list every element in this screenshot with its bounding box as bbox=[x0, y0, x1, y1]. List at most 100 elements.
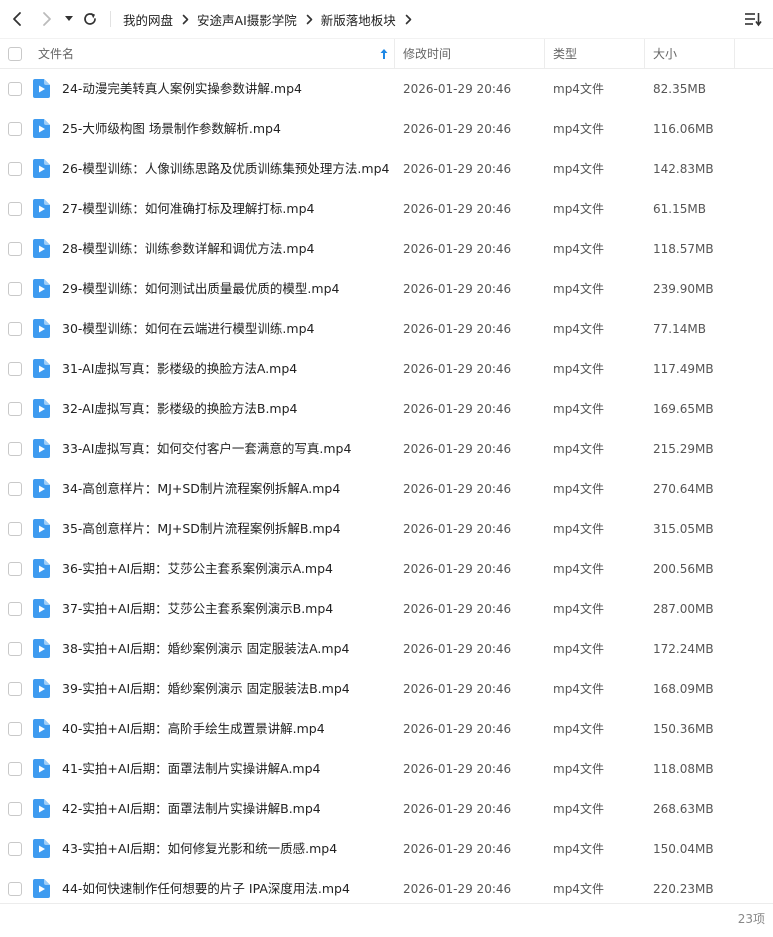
file-checkbox[interactable] bbox=[8, 282, 22, 296]
video-file-icon bbox=[33, 759, 50, 778]
file-checkbox[interactable] bbox=[8, 602, 22, 616]
file-date: 2026-01-29 20:46 bbox=[403, 642, 512, 656]
file-checkbox[interactable] bbox=[8, 682, 22, 696]
file-date: 2026-01-29 20:46 bbox=[403, 122, 512, 136]
column-header-type[interactable]: 类型 bbox=[553, 39, 577, 69]
column-divider[interactable] bbox=[544, 39, 545, 69]
file-name[interactable]: 36-实拍+AI后期：艾莎公主套系案例演示A.mp4 bbox=[62, 549, 333, 589]
history-dropdown-button[interactable] bbox=[60, 0, 78, 38]
file-name[interactable]: 35-高创意样片：MJ+SD制片流程案例拆解B.mp4 bbox=[62, 509, 341, 549]
column-header-name[interactable]: 文件名 bbox=[38, 39, 74, 69]
file-checkbox[interactable] bbox=[8, 842, 22, 856]
sort-menu-button[interactable] bbox=[743, 9, 763, 29]
breadcrumb-item-current[interactable]: 新版落地板块 bbox=[321, 10, 396, 29]
file-row[interactable]: 24-动漫完美转真人案例实操参数讲解.mp4 2026-01-29 20:46 mp… bbox=[0, 69, 773, 109]
refresh-button[interactable] bbox=[78, 0, 102, 38]
file-size: 118.57MB bbox=[653, 242, 714, 256]
breadcrumb-item-root[interactable]: 我的网盘 bbox=[123, 10, 173, 29]
video-file-icon bbox=[33, 719, 50, 738]
file-name[interactable]: 39-实拍+AI后期：婚纱案例演示 固定服装法B.mp4 bbox=[62, 669, 350, 709]
file-checkbox[interactable] bbox=[8, 162, 22, 176]
file-checkbox[interactable] bbox=[8, 322, 22, 336]
file-row[interactable]: 33-AI虚拟写真：如何交付客户一套满意的写真.mp4 2026-01-29 20… bbox=[0, 429, 773, 469]
file-checkbox[interactable] bbox=[8, 522, 22, 536]
file-list: 24-动漫完美转真人案例实操参数讲解.mp4 2026-01-29 20:46 mp… bbox=[0, 69, 773, 909]
breadcrumb-item-academy[interactable]: 安途声AI摄影学院 bbox=[197, 10, 297, 29]
file-checkbox[interactable] bbox=[8, 882, 22, 896]
file-row[interactable]: 25-大师级构图 场景制作参数解析.mp4 2026-01-29 20:46 mp4… bbox=[0, 109, 773, 149]
file-row[interactable]: 27-模型训练：如何准确打标及理解打标.mp4 2026-01-29 20:46 m… bbox=[0, 189, 773, 229]
file-name[interactable]: 42-实拍+AI后期：面罩法制片实操讲解B.mp4 bbox=[62, 789, 321, 829]
file-checkbox[interactable] bbox=[8, 802, 22, 816]
file-name[interactable]: 33-AI虚拟写真：如何交付客户一套满意的写真.mp4 bbox=[62, 429, 351, 469]
file-type: mp4文件 bbox=[553, 362, 604, 376]
file-name[interactable]: 32-AI虚拟写真：影楼级的换脸方法B.mp4 bbox=[62, 389, 298, 429]
file-checkbox[interactable] bbox=[8, 242, 22, 256]
file-name[interactable]: 29-模型训练：如何测试出质量最优质的模型.mp4 bbox=[62, 269, 339, 309]
chevron-right-icon bbox=[43, 12, 51, 26]
column-header-size[interactable]: 大小 bbox=[653, 39, 677, 69]
file-name[interactable]: 24-动漫完美转真人案例实操参数讲解.mp4 bbox=[62, 69, 302, 109]
file-name[interactable]: 41-实拍+AI后期：面罩法制片实操讲解A.mp4 bbox=[62, 749, 321, 789]
file-row[interactable]: 36-实拍+AI后期：艾莎公主套系案例演示A.mp4 2026-01-29 20:… bbox=[0, 549, 773, 589]
file-checkbox[interactable] bbox=[8, 122, 22, 136]
file-row[interactable]: 35-高创意样片：MJ+SD制片流程案例拆解B.mp4 2026-01-29 20… bbox=[0, 509, 773, 549]
column-header-date[interactable]: 修改时间 bbox=[403, 39, 451, 69]
file-row[interactable]: 42-实拍+AI后期：面罩法制片实操讲解B.mp4 2026-01-29 20:4… bbox=[0, 789, 773, 829]
file-row[interactable]: 39-实拍+AI后期：婚纱案例演示 固定服装法B.mp4 2026-01-29 2… bbox=[0, 669, 773, 709]
file-checkbox[interactable] bbox=[8, 82, 22, 96]
file-name[interactable]: 27-模型训练：如何准确打标及理解打标.mp4 bbox=[62, 189, 314, 229]
select-all-checkbox[interactable] bbox=[8, 47, 22, 61]
breadcrumb-separator-icon bbox=[306, 14, 313, 25]
video-file-icon bbox=[33, 479, 50, 498]
file-checkbox[interactable] bbox=[8, 482, 22, 496]
file-size: 61.15MB bbox=[653, 202, 706, 216]
file-row[interactable]: 28-模型训练：训练参数详解和调优方法.mp4 2026-01-29 20:46 m… bbox=[0, 229, 773, 269]
file-date: 2026-01-29 20:46 bbox=[403, 522, 512, 536]
file-checkbox[interactable] bbox=[8, 642, 22, 656]
file-name[interactable]: 37-实拍+AI后期：艾莎公主套系案例演示B.mp4 bbox=[62, 589, 333, 629]
file-checkbox[interactable] bbox=[8, 722, 22, 736]
video-file-icon bbox=[33, 839, 50, 858]
video-file-icon bbox=[33, 679, 50, 698]
file-name[interactable]: 28-模型训练：训练参数详解和调优方法.mp4 bbox=[62, 229, 314, 269]
file-name[interactable]: 40-实拍+AI后期：高阶手绘生成置景讲解.mp4 bbox=[62, 709, 325, 749]
file-checkbox[interactable] bbox=[8, 562, 22, 576]
file-name[interactable]: 26-模型训练：人像训练思路及优质训练集预处理方法.mp4 bbox=[62, 149, 389, 189]
caret-down-icon bbox=[65, 16, 73, 21]
file-row[interactable]: 34-高创意样片：MJ+SD制片流程案例拆解A.mp4 2026-01-29 20… bbox=[0, 469, 773, 509]
file-type: mp4文件 bbox=[553, 282, 604, 296]
column-divider[interactable] bbox=[734, 39, 735, 69]
file-checkbox[interactable] bbox=[8, 762, 22, 776]
forward-button[interactable] bbox=[34, 0, 60, 38]
sort-ascending-icon[interactable] bbox=[379, 48, 389, 60]
file-row[interactable]: 43-实拍+AI后期：如何修复光影和统一质感.mp4 2026-01-29 20:… bbox=[0, 829, 773, 869]
file-name[interactable]: 31-AI虚拟写真：影楼级的换脸方法A.mp4 bbox=[62, 349, 297, 389]
file-row[interactable]: 40-实拍+AI后期：高阶手绘生成置景讲解.mp4 2026-01-29 20:4… bbox=[0, 709, 773, 749]
file-row[interactable]: 32-AI虚拟写真：影楼级的换脸方法B.mp4 2026-01-29 20:46 m… bbox=[0, 389, 773, 429]
file-row[interactable]: 41-实拍+AI后期：面罩法制片实操讲解A.mp4 2026-01-29 20:4… bbox=[0, 749, 773, 789]
column-divider[interactable] bbox=[394, 39, 395, 69]
file-date: 2026-01-29 20:46 bbox=[403, 362, 512, 376]
file-checkbox[interactable] bbox=[8, 442, 22, 456]
file-row[interactable]: 26-模型训练：人像训练思路及优质训练集预处理方法.mp4 2026-01-29 … bbox=[0, 149, 773, 189]
file-row[interactable]: 37-实拍+AI后期：艾莎公主套系案例演示B.mp4 2026-01-29 20:… bbox=[0, 589, 773, 629]
file-row[interactable]: 29-模型训练：如何测试出质量最优质的模型.mp4 2026-01-29 20:4… bbox=[0, 269, 773, 309]
file-name[interactable]: 25-大师级构图 场景制作参数解析.mp4 bbox=[62, 109, 281, 149]
file-checkbox[interactable] bbox=[8, 362, 22, 376]
file-row[interactable]: 38-实拍+AI后期：婚纱案例演示 固定服装法A.mp4 2026-01-29 2… bbox=[0, 629, 773, 669]
file-name[interactable]: 43-实拍+AI后期：如何修复光影和统一质感.mp4 bbox=[62, 829, 337, 869]
file-name[interactable]: 38-实拍+AI后期：婚纱案例演示 固定服装法A.mp4 bbox=[62, 629, 349, 669]
file-name[interactable]: 30-模型训练：如何在云端进行模型训练.mp4 bbox=[62, 309, 314, 349]
file-name[interactable]: 34-高创意样片：MJ+SD制片流程案例拆解A.mp4 bbox=[62, 469, 340, 509]
file-checkbox[interactable] bbox=[8, 402, 22, 416]
breadcrumb-divider bbox=[110, 11, 111, 27]
back-button[interactable] bbox=[4, 0, 30, 38]
file-checkbox[interactable] bbox=[8, 202, 22, 216]
file-size: 172.24MB bbox=[653, 642, 714, 656]
breadcrumb-separator-icon[interactable] bbox=[405, 14, 412, 25]
file-row[interactable]: 30-模型训练：如何在云端进行模型训练.mp4 2026-01-29 20:46 m… bbox=[0, 309, 773, 349]
column-divider[interactable] bbox=[644, 39, 645, 69]
file-row[interactable]: 31-AI虚拟写真：影楼级的换脸方法A.mp4 2026-01-29 20:46 m… bbox=[0, 349, 773, 389]
file-type: mp4文件 bbox=[553, 642, 604, 656]
